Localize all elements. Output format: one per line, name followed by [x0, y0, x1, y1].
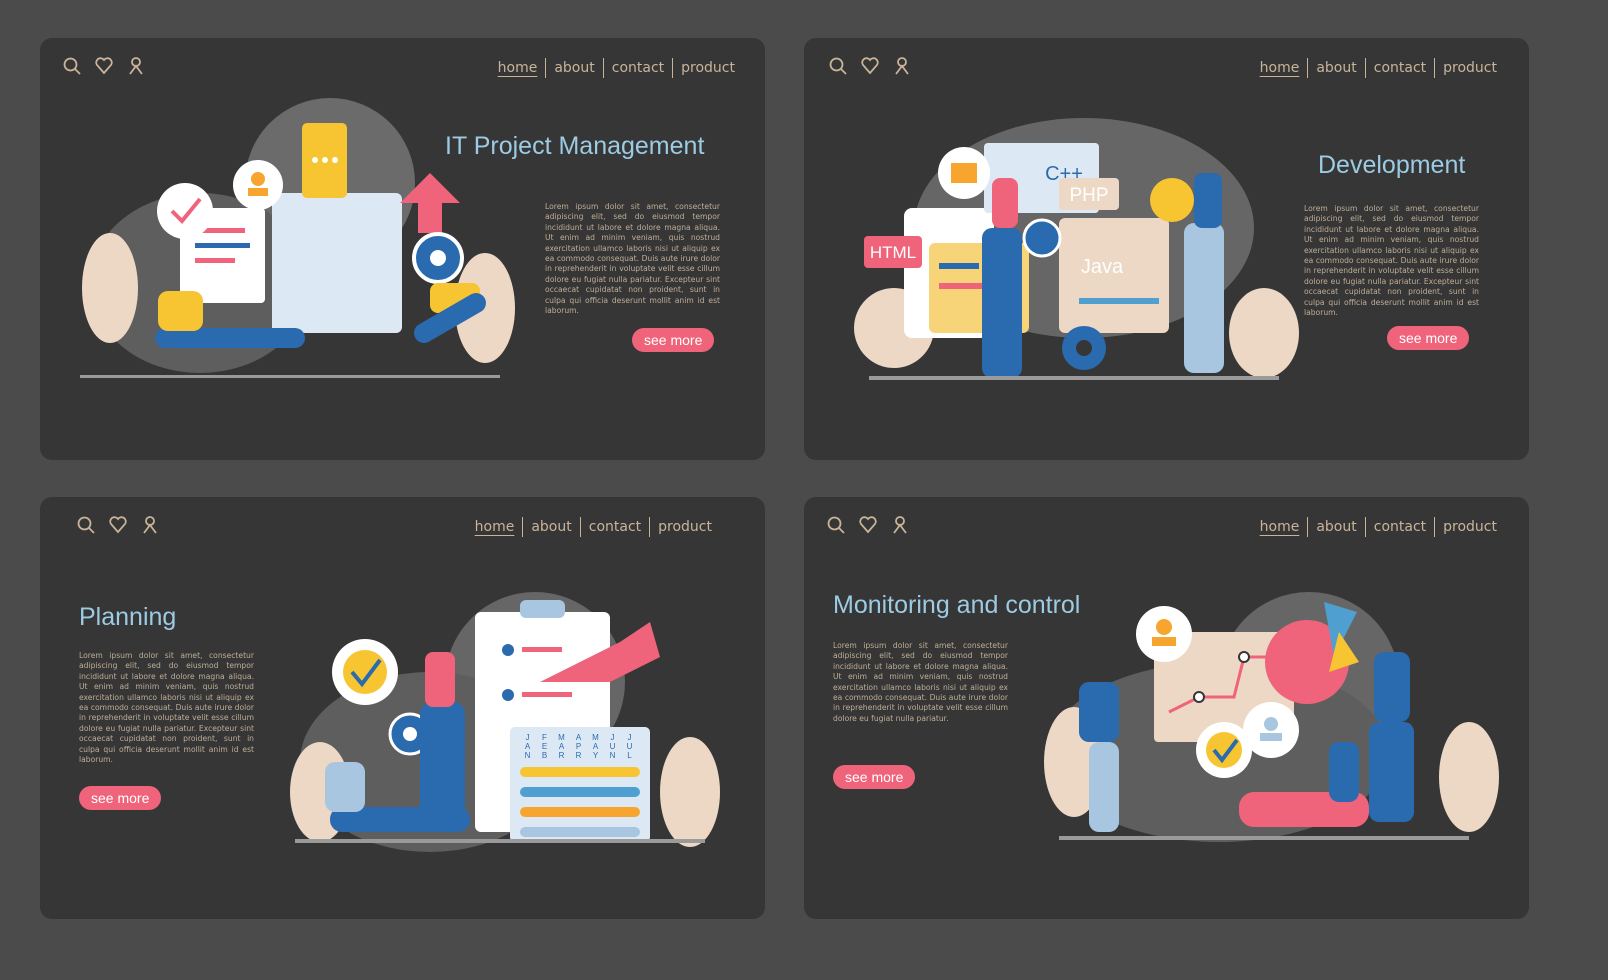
- nav-home[interactable]: home: [1252, 60, 1308, 76]
- month-label: MAR: [557, 733, 566, 760]
- month-label: FEB: [540, 733, 549, 760]
- card-description: Lorem ipsum dolor sit amet, consectetur …: [79, 651, 254, 765]
- card-monitoring-and-control: home about contact product Monitoring an…: [804, 497, 1529, 919]
- top-nav: home about contact product: [490, 58, 743, 78]
- card-it-project-management: home about contact product IT Project Ma…: [40, 38, 765, 460]
- see-more-button[interactable]: see more: [632, 328, 715, 352]
- nav-product[interactable]: product: [673, 60, 743, 76]
- java-label: Java: [1081, 256, 1124, 278]
- card-description: Lorem ipsum dolor sit amet, consectetur …: [833, 641, 1008, 723]
- card-title: Development: [1318, 151, 1466, 179]
- planning-illustration: [290, 592, 720, 852]
- card-development: home about contact product Development L…: [804, 38, 1529, 460]
- heart-icon[interactable]: [108, 515, 128, 535]
- heart-icon[interactable]: [858, 515, 878, 535]
- card-title: Planning: [79, 603, 177, 631]
- html-label: HTML: [870, 243, 916, 262]
- nav-product[interactable]: product: [1435, 519, 1505, 535]
- header-icons: [826, 515, 910, 535]
- header-icons: [828, 56, 912, 76]
- nav-contact[interactable]: contact: [604, 60, 672, 76]
- nav-product[interactable]: product: [1435, 60, 1505, 76]
- top-nav: home about contact product: [467, 517, 720, 537]
- search-icon[interactable]: [826, 515, 846, 535]
- header-icons: [62, 56, 146, 76]
- nav-contact[interactable]: contact: [1366, 519, 1434, 535]
- nav-contact[interactable]: contact: [581, 519, 649, 535]
- month-label: JAN: [523, 733, 532, 760]
- nav-product[interactable]: product: [650, 519, 720, 535]
- month-label: JUN: [608, 733, 617, 760]
- heart-icon[interactable]: [860, 56, 880, 76]
- monitoring-illustration: [1044, 592, 1499, 842]
- header-icons: [76, 515, 160, 535]
- nav-home[interactable]: home: [467, 519, 523, 535]
- see-more-button[interactable]: see more: [1387, 326, 1470, 350]
- it-project-illustration: [80, 98, 515, 378]
- user-icon[interactable]: [126, 56, 146, 76]
- see-more-button[interactable]: see more: [833, 765, 916, 789]
- nav-home[interactable]: home: [1252, 519, 1308, 535]
- heart-icon[interactable]: [94, 56, 114, 76]
- user-icon[interactable]: [140, 515, 160, 535]
- calendar-months: JAN FEB MAR APR MAY JUN JUL: [523, 733, 634, 760]
- nav-contact[interactable]: contact: [1366, 60, 1434, 76]
- month-label: APR: [574, 733, 583, 760]
- development-illustration: HTML C++ PHP Java: [854, 118, 1299, 380]
- card-description: Lorem ipsum dolor sit amet, consectetur …: [1304, 204, 1479, 318]
- month-label: MAY: [591, 733, 600, 760]
- search-icon[interactable]: [828, 56, 848, 76]
- nav-about[interactable]: about: [546, 60, 602, 76]
- nav-home[interactable]: home: [490, 60, 546, 76]
- see-more-button[interactable]: see more: [79, 786, 162, 810]
- card-description: Lorem ipsum dolor sit amet, consectetur …: [545, 202, 720, 316]
- php-label: PHP: [1069, 185, 1108, 206]
- card-planning: home about contact product Planning Lore…: [40, 497, 765, 919]
- nav-about[interactable]: about: [1308, 519, 1364, 535]
- search-icon[interactable]: [76, 515, 96, 535]
- top-nav: home about contact product: [1252, 517, 1505, 537]
- user-icon[interactable]: [890, 515, 910, 535]
- search-icon[interactable]: [62, 56, 82, 76]
- nav-about[interactable]: about: [523, 519, 579, 535]
- nav-about[interactable]: about: [1308, 60, 1364, 76]
- user-icon[interactable]: [892, 56, 912, 76]
- top-nav: home about contact product: [1252, 58, 1505, 78]
- month-label: JUL: [625, 733, 634, 760]
